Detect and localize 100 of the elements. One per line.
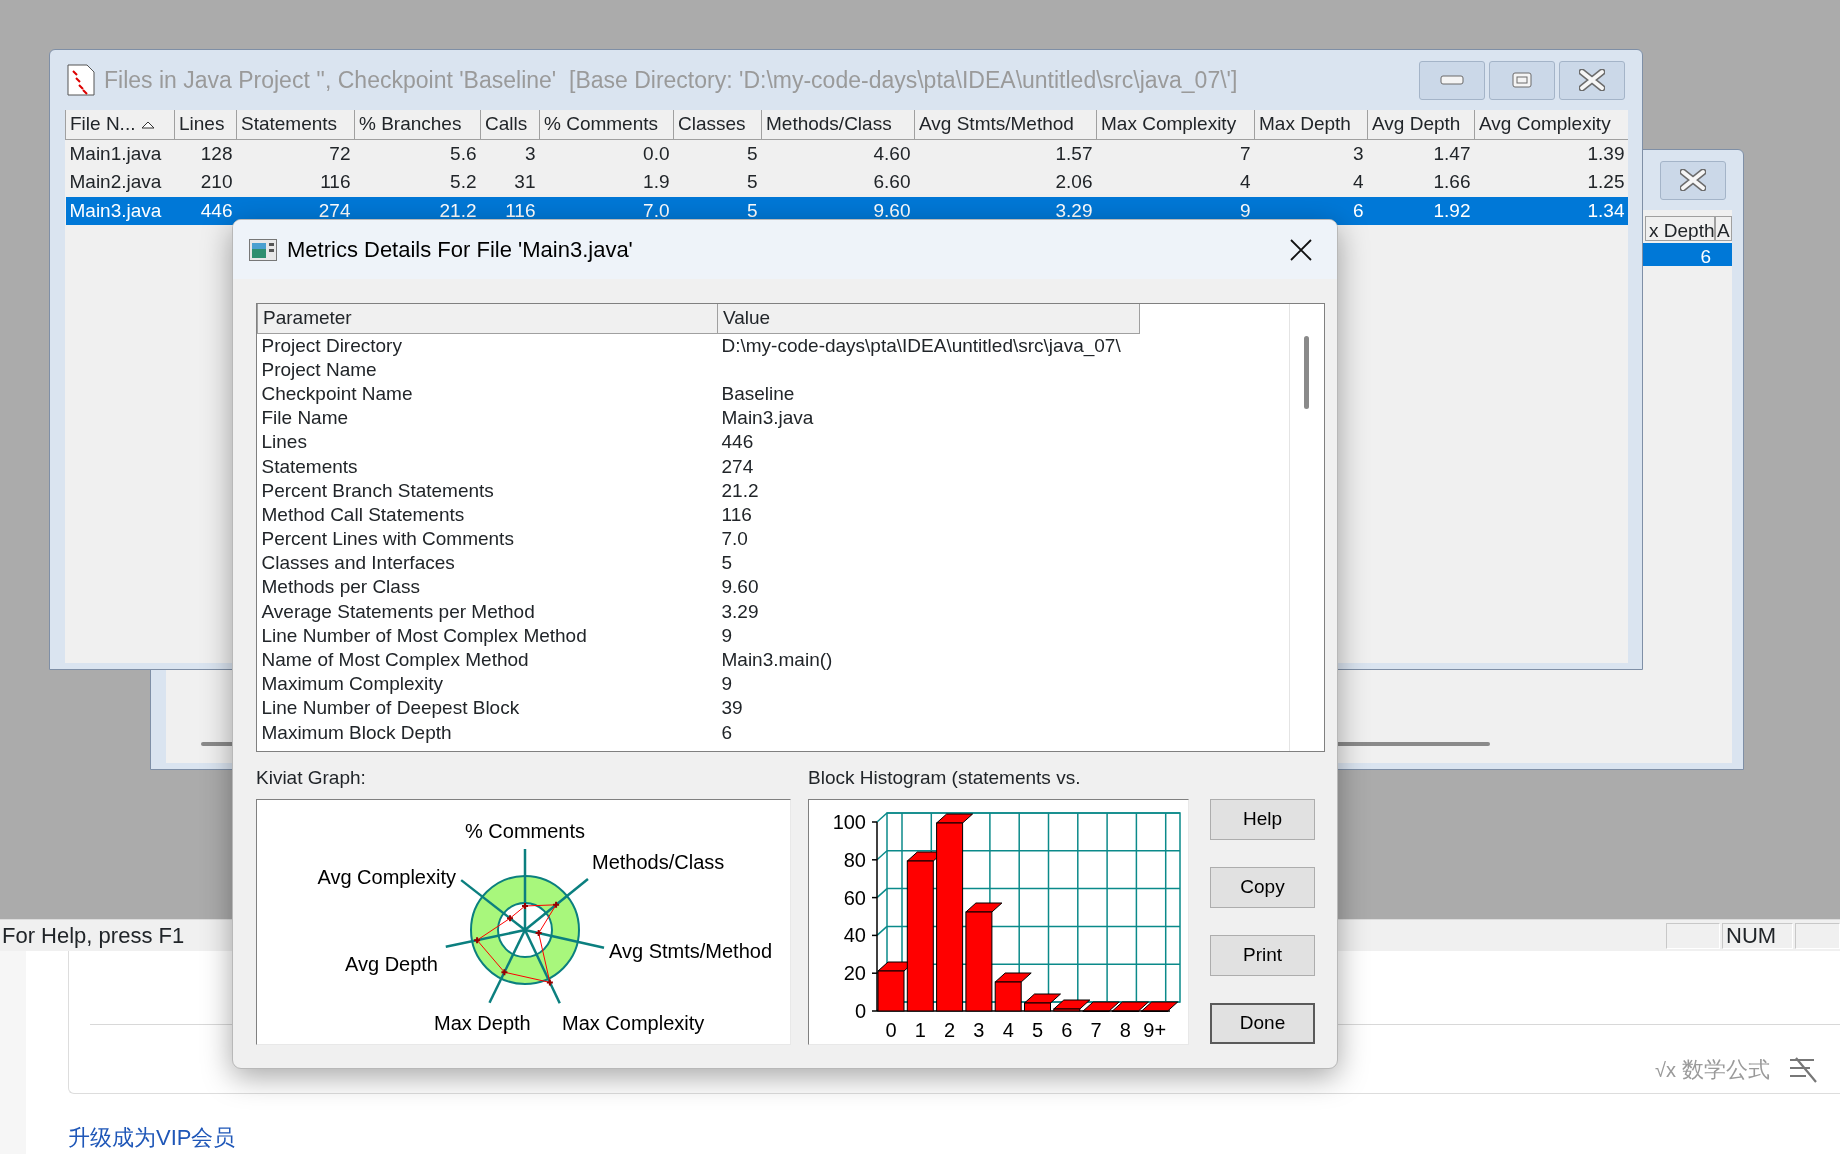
table-cell[interactable]: 1.47 [1367, 139, 1475, 168]
table-cell-text: Method Call Statements [260, 502, 466, 527]
status-indicator: NUM [1722, 922, 1793, 949]
table-cell: D:\my-code-days\pta\IDEA\untitled\src\java_07\ [717, 333, 1140, 358]
table-cell[interactable]: 2.06 [914, 168, 1097, 197]
column-header[interactable]: File N... [65, 110, 175, 139]
table-cell-text: 274 [720, 454, 755, 479]
column-header[interactable]: Classes [673, 110, 762, 139]
axis-label: Methods/Class [592, 851, 725, 873]
table-cell[interactable]: 1.66 [1367, 168, 1475, 197]
table-cell[interactable]: 3 [480, 139, 540, 168]
table-cell-text: 5 [720, 551, 734, 575]
table-cell-text: 7.0 [720, 527, 749, 551]
table-cell[interactable]: 5 [673, 139, 762, 168]
column-header[interactable]: Parameter [257, 304, 718, 333]
column-header[interactable]: Methods/Class [761, 110, 915, 139]
table-cell[interactable]: 5.6 [354, 139, 481, 168]
table-cell[interactable]: 446 [174, 196, 237, 225]
table-cell[interactable]: 3 [1254, 139, 1368, 168]
table-cell[interactable]: 128 [174, 139, 237, 168]
bar-top [1024, 993, 1061, 1004]
status-panel [1795, 922, 1840, 949]
strikethrough-lines-icon[interactable] [1788, 1056, 1820, 1083]
table-cell[interactable]: 4 [1254, 168, 1368, 197]
column-header[interactable]: Max Complexity [1096, 110, 1255, 139]
sort-up-icon [141, 121, 156, 129]
table-cell[interactable]: Main1.java [65, 139, 175, 168]
axis-label: 4 [1002, 1019, 1014, 1041]
table-cell-text: 446 [720, 430, 755, 454]
maximize-icon [1512, 72, 1532, 88]
column-header[interactable]: A [1715, 216, 1732, 241]
dialog-button[interactable]: Print [1210, 935, 1315, 976]
bar-top [1111, 1001, 1149, 1012]
table-cell[interactable]: 1.34 [1474, 196, 1628, 225]
column-header[interactable]: % Comments [539, 110, 674, 139]
chart-window-icon [249, 238, 277, 261]
column-header[interactable]: Avg Complexity [1474, 110, 1628, 139]
table-cell[interactable]: 31 [480, 168, 540, 197]
table-cell-text: Lines [260, 430, 308, 454]
axis-label: 40 [843, 924, 866, 947]
column-header[interactable]: Avg Depth [1367, 110, 1475, 139]
scrollbar-thumb[interactable] [1304, 336, 1309, 409]
table-cell-text: 3.29 [720, 599, 760, 624]
column-header[interactable]: Avg Stmts/Method [914, 110, 1097, 139]
table-cell[interactable]: 1.9 [539, 168, 674, 197]
document-icon [66, 64, 96, 96]
axis-label: 5 [1031, 1019, 1044, 1041]
column-header[interactable]: % Branches [354, 110, 481, 139]
table-cell[interactable]: Main3.java [65, 196, 175, 225]
dialog-button[interactable]: Done [1210, 1003, 1315, 1044]
table-cell-text: Baseline [720, 381, 796, 406]
table-cell[interactable]: 5.2 [354, 168, 481, 197]
status-panel [1666, 922, 1720, 949]
bar-top [965, 902, 1003, 913]
column-header[interactable]: Max Depth [1254, 110, 1368, 139]
table-cell[interactable]: Main2.java [65, 168, 175, 197]
minimize-button[interactable] [1419, 60, 1485, 100]
table-cell[interactable]: 0.0 [539, 139, 674, 168]
table-cell-text: Percent Lines with Comments [260, 527, 515, 551]
maximize-button[interactable] [1489, 60, 1555, 100]
bar-top [1141, 1001, 1179, 1012]
table-cell[interactable]: 1.39 [1474, 139, 1628, 168]
upgrade-link[interactable]: 升级成为VIP会员 [68, 1121, 1840, 1154]
table-cell[interactable]: 1.92 [1367, 196, 1475, 225]
table-cell[interactable]: 4.60 [761, 139, 915, 168]
table-cell-text: 6 [720, 720, 734, 745]
axis-label: % Comments [465, 820, 585, 842]
column-header[interactable]: Calls [480, 110, 540, 139]
table-cell[interactable]: 7 [1096, 139, 1255, 168]
column-header[interactable]: Value [717, 304, 1140, 333]
close-icon [1680, 169, 1706, 191]
minimize-icon [1440, 75, 1464, 85]
bar-top [1053, 999, 1091, 1010]
axis-label: 100 [832, 811, 866, 833]
column-header[interactable]: Statements [236, 110, 355, 139]
bar-top [1082, 1001, 1120, 1012]
axis-label: 2 [944, 1019, 956, 1041]
table-cell-text: 21.2 [720, 478, 760, 503]
table-cell[interactable]: 72 [236, 139, 355, 168]
table-cell[interactable]: 5 [673, 168, 762, 197]
dialog-button[interactable]: Copy [1210, 867, 1315, 908]
table-cell-text: Maximum Block Depth [260, 720, 453, 745]
table-cell-text: Main3.main() [720, 648, 834, 672]
axis-label: Max Depth [434, 1012, 531, 1034]
window-title: Files in Java Project '', Checkpoint 'Baseline' [Base Directory: 'D:\my-code-days\pta\IDEA\untitled\src\java_07\'] [104, 65, 1238, 95]
axis-label: Max Complexity [562, 1012, 705, 1034]
column-header[interactable]: Lines [174, 110, 237, 139]
table-cell[interactable]: 116 [236, 168, 355, 197]
formula-icon: √x [1655, 1054, 1676, 1085]
dialog-button[interactable]: Help [1210, 799, 1315, 840]
axis-label: 80 [843, 848, 866, 871]
table-cell[interactable]: 1.57 [914, 139, 1097, 168]
table-cell[interactable]: 6.60 [761, 168, 915, 197]
table-cell[interactable]: 1.25 [1474, 168, 1628, 197]
table-cell[interactable]: 4 [1096, 168, 1255, 197]
table-cell-text: Maximum Complexity [260, 672, 445, 696]
axis-label: 1 [914, 1019, 926, 1041]
table-cell[interactable]: 210 [174, 168, 237, 197]
axis-label: Avg Stmts/Method [609, 940, 773, 962]
table-cell-text: 9 [720, 623, 734, 648]
